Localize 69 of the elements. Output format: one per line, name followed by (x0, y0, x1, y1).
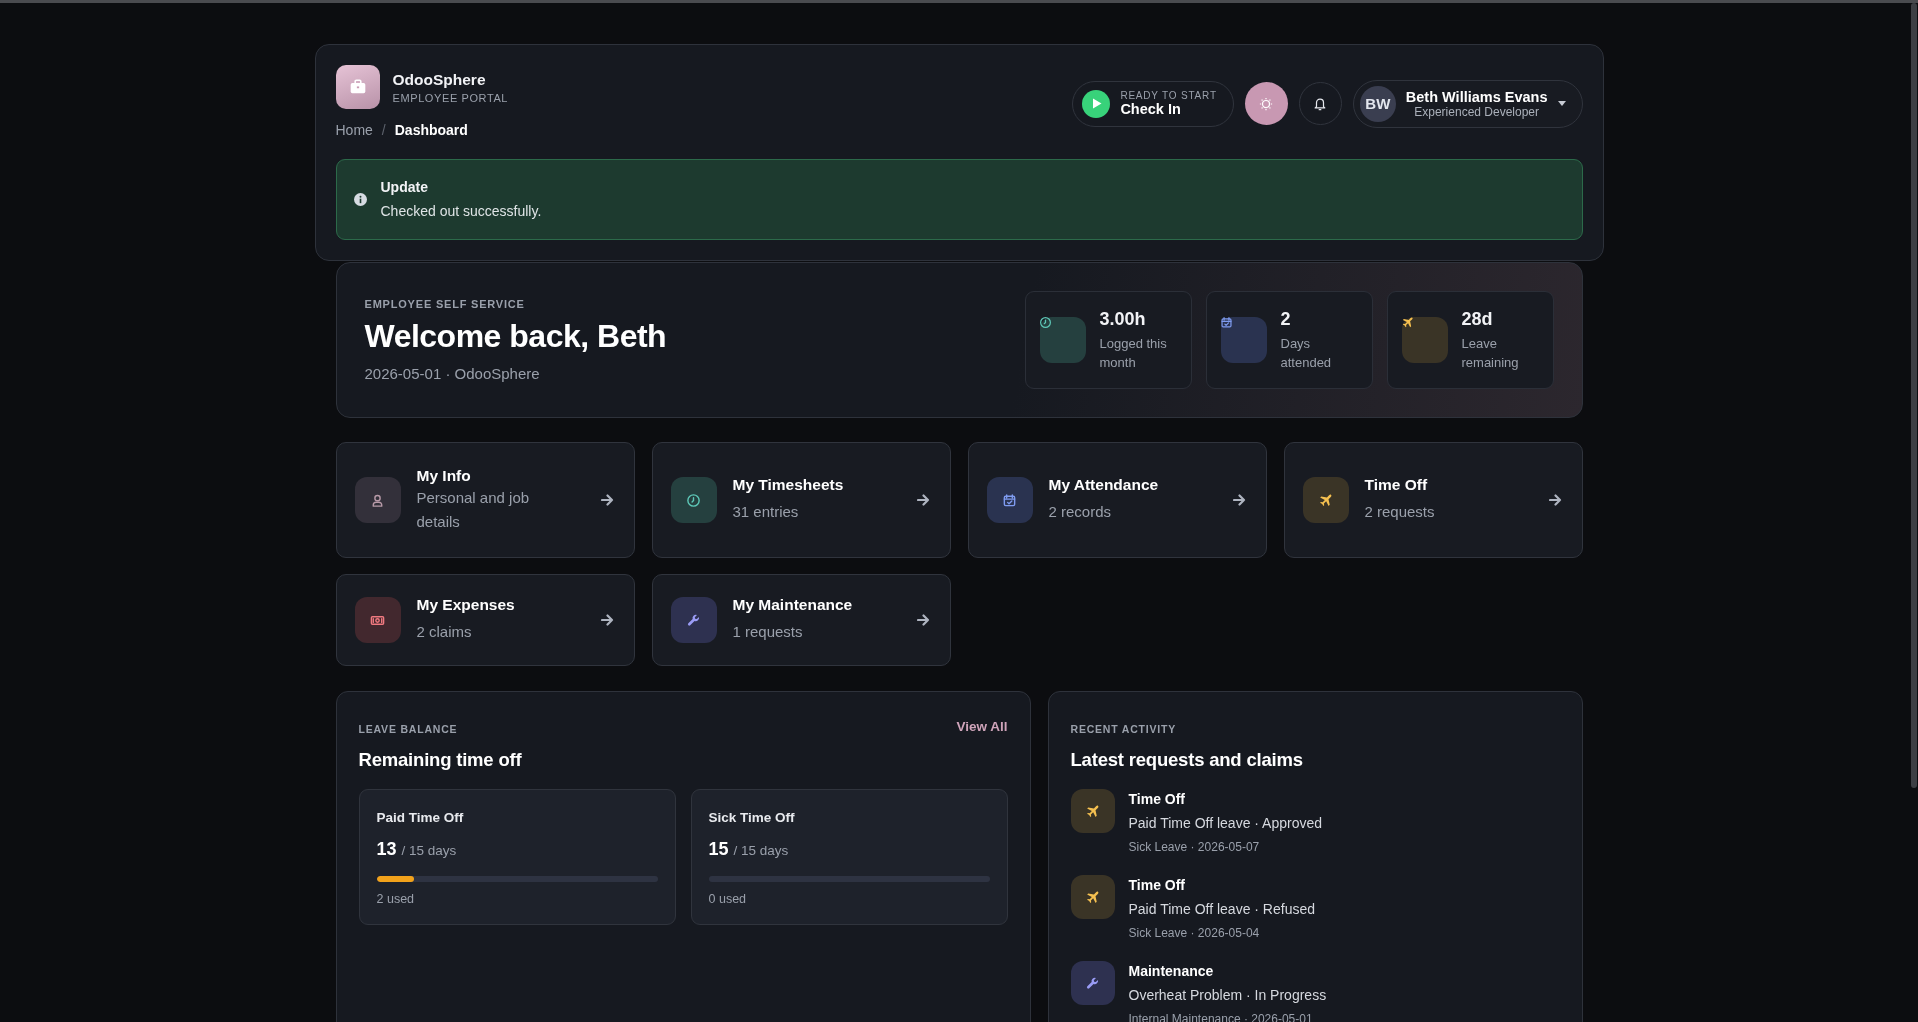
activity-title: Time Off (1128, 877, 1187, 893)
welcome-subtitle: 2026-05-01 · OdooSphere (364, 365, 541, 382)
arrow-right-icon (1232, 494, 1246, 506)
arrow-right-icon (916, 494, 930, 506)
activity-detail: Paid Time Off leave · Refused (1128, 901, 1315, 917)
info-icon (353, 192, 367, 206)
play-icon (1082, 89, 1111, 118)
section-eyebrow: EMPLOYEE SELF SERVICE (364, 298, 526, 310)
airplane-icon (1400, 316, 1414, 329)
leave-type: Sick Time Off (708, 810, 796, 825)
arrow-right-icon (916, 614, 930, 626)
leave-remaining: 13 (376, 839, 397, 860)
view-all-link[interactable]: View All (956, 719, 1008, 734)
arrow-right-icon (1548, 494, 1562, 506)
activity-title: Time Off (1128, 791, 1187, 807)
airplane-icon (1085, 803, 1100, 819)
notifications-button[interactable] (1298, 82, 1342, 125)
calendar-icon (1219, 316, 1233, 329)
alert-message: Checked out successfully. (380, 203, 542, 219)
clock-icon (1038, 316, 1052, 329)
navigation-tile[interactable]: Time Off 2 requests (1283, 442, 1583, 558)
activity-meta: Sick Leave · 2026-05-04 (1128, 926, 1261, 940)
leave-total: / 15 days (401, 843, 457, 858)
caret-icon (1557, 101, 1566, 106)
breadcrumb-separator: / (381, 122, 386, 138)
activity-meta: Sick Leave · 2026-05-07 (1128, 840, 1261, 854)
arrow-right-icon (600, 494, 614, 506)
activity-detail: Paid Time Off leave · Approved (1128, 815, 1322, 831)
theme-toggle-button[interactable] (1244, 82, 1288, 125)
section-title: Remaining time off (358, 749, 522, 771)
stat-value: 3.00h (1099, 308, 1147, 330)
user-menu-button[interactable]: BW Beth Williams Evans Experienced Developer (1352, 79, 1583, 128)
app-name: OdooSphere (392, 70, 487, 89)
navigation-tile[interactable]: My Timesheets 31 entries (651, 442, 951, 558)
app-subtitle: EMPLOYEE PORTAL (392, 91, 509, 104)
stat-label: Leave remaining (1461, 334, 1520, 372)
wrench-icon (1085, 975, 1100, 991)
welcome-heading: Welcome back, Beth (364, 318, 667, 355)
airplane-icon (1085, 889, 1100, 905)
stat-label: Days attended (1280, 334, 1333, 372)
clock-icon (686, 492, 701, 508)
leave-total: / 15 days (733, 843, 789, 858)
leave-used: 2 used (376, 892, 416, 906)
check-in-button[interactable]: READY TO START Check In (1072, 80, 1234, 127)
breadcrumb-link[interactable]: Home (335, 122, 373, 138)
arrow-right-icon (600, 614, 614, 626)
section-eyebrow: LEAVE BALANCE (358, 723, 459, 735)
leave-remaining: 15 (708, 839, 729, 860)
airplane-icon (1318, 492, 1333, 508)
navigation-tile[interactable]: My Expenses 2 claims (335, 574, 635, 666)
section-title: Latest requests and claims (1070, 749, 1304, 771)
alert-title: Update (380, 179, 429, 195)
navigation-tile[interactable]: My Info Personal and job details (335, 442, 635, 558)
sun-icon (1259, 96, 1274, 111)
activity-title: Maintenance (1128, 963, 1215, 979)
leave-used: 0 used (708, 892, 748, 906)
person-icon (370, 492, 385, 508)
wrench-icon (686, 612, 701, 628)
calendar-icon (1002, 492, 1017, 508)
stat-label: Logged this month (1099, 334, 1168, 372)
stat-value: 28d (1461, 308, 1494, 330)
leave-type: Paid Time Off (376, 810, 465, 825)
navigation-tile[interactable]: My Attendance 2 records (967, 442, 1267, 558)
bell-icon (1313, 96, 1328, 111)
section-eyebrow: RECENT ACTIVITY (1070, 723, 1178, 735)
navigation-tile[interactable]: My Maintenance 1 requests (651, 574, 951, 666)
activity-detail: Overheat Problem · In Progress (1128, 987, 1327, 1003)
stat-value: 2 (1280, 308, 1292, 330)
briefcase-logo-icon (335, 65, 380, 109)
